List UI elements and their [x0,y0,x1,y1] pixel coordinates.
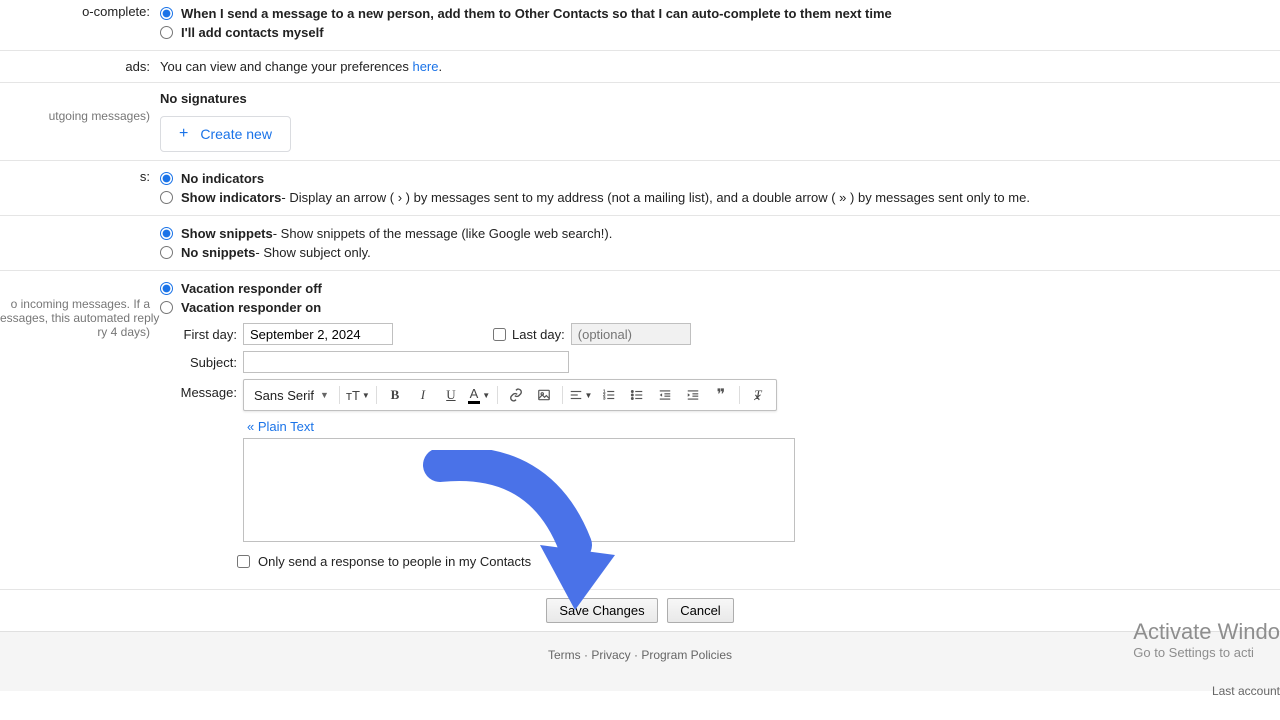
text-color-button[interactable]: A▼ [467,384,491,406]
numbered-list-button[interactable]: 123 [597,384,621,406]
section-signature: utgoing messages) No signatures + Create… [0,83,1280,161]
only-contacts-label: Only send a response to people in my Con… [258,554,531,569]
section-indicators: s: No indicators Show indicators - Displ… [0,161,1280,216]
vacation-off: Vacation responder off [181,281,322,296]
subject-input[interactable] [243,351,569,373]
first-day-input[interactable] [243,323,393,345]
autocomplete-radio-auto[interactable] [160,7,173,20]
svg-text:3: 3 [603,396,606,401]
indicators-opt2-desc: - Display an arrow ( › ) by messages sen… [281,190,1030,205]
align-button[interactable]: ▼ [569,384,593,406]
font-family-select[interactable]: Sans Serif ▼ [250,388,333,403]
indent-less-button[interactable] [653,384,677,406]
first-day-label: First day: [172,327,237,342]
ads-after: . [439,59,443,74]
plus-icon: + [179,125,188,143]
autocomplete-label: o-complete: [82,4,150,19]
ads-here-link[interactable]: here [412,59,438,74]
indicators-radio-show[interactable] [160,191,173,204]
ads-label: ads: [125,59,150,74]
section-snippets: Show snippets - Show snippets of the mes… [0,216,1280,271]
autocomplete-opt2: I'll add contacts myself [181,25,324,40]
no-signatures-text: No signatures [160,91,1280,106]
snippets-opt1: Show snippets [181,226,273,241]
snippets-opt2: No snippets [181,245,255,260]
create-new-label: Create new [200,126,272,142]
indicators-opt1: No indicators [181,171,264,186]
save-changes-button[interactable]: Save Changes [546,598,657,623]
vacation-sub1: o incoming messages. If a [0,297,150,311]
font-family-label: Sans Serif [254,388,314,403]
signature-sub: utgoing messages) [0,109,150,123]
indent-more-button[interactable] [681,384,705,406]
bold-button[interactable]: B [383,384,407,406]
privacy-link[interactable]: Privacy [591,648,630,662]
last-day-label: Last day: [512,327,565,342]
chevron-down-icon: ▼ [320,390,329,400]
snippets-opt2-desc: - Show subject only. [255,245,370,260]
snippets-opt1-desc: - Show snippets of the message (like Goo… [273,226,613,241]
autocomplete-opt1: When I send a message to a new person, a… [181,6,892,21]
last-day-input[interactable] [571,323,691,345]
font-size-button[interactable]: ᴛT▼ [346,384,370,406]
last-account-text: Last account [1212,684,1280,698]
link-button[interactable] [504,384,528,406]
indicators-opt2: Show indicators [181,190,281,205]
quote-button[interactable]: ❞ [709,384,733,406]
actions-bar: Save Changes Cancel [0,589,1280,631]
vacation-radio-on[interactable] [160,301,173,314]
only-contacts-checkbox[interactable] [237,555,250,568]
snippets-radio-none[interactable] [160,246,173,259]
message-textarea[interactable] [243,438,795,542]
autocomplete-radio-manual[interactable] [160,26,173,39]
section-autocomplete: o-complete: When I send a message to a n… [0,0,1280,51]
image-button[interactable] [532,384,556,406]
underline-button[interactable]: U [439,384,463,406]
vacation-radio-off[interactable] [160,282,173,295]
message-toolbar: Sans Serif ▼ ᴛT▼ B I U A▼ [243,379,777,411]
indicators-radio-none[interactable] [160,172,173,185]
plain-text-link[interactable]: « Plain Text [247,419,314,434]
ads-text: You can view and change your preferences [160,59,412,74]
subject-label: Subject: [172,355,237,370]
bullet-list-button[interactable] [625,384,649,406]
indicators-label: s: [140,169,150,184]
section-vacation: o incoming messages. If a essages, this … [0,271,1280,589]
message-label: Message: [172,379,237,400]
section-ads: ads: You can view and change your prefer… [0,51,1280,83]
vacation-on: Vacation responder on [181,300,321,315]
policies-link[interactable]: Program Policies [641,648,732,662]
cancel-button[interactable]: Cancel [667,598,733,623]
remove-formatting-button[interactable]: T✕ [746,384,770,406]
vacation-sub2: essages, this automated reply [0,311,150,325]
terms-link[interactable]: Terms [548,648,581,662]
italic-button[interactable]: I [411,384,435,406]
footer: Terms · Privacy · Program Policies Last … [0,631,1280,691]
snippets-radio-show[interactable] [160,227,173,240]
vacation-sub3: ry 4 days) [0,325,150,339]
create-new-signature-button[interactable]: + Create new [160,116,291,152]
last-day-checkbox[interactable] [493,328,506,341]
